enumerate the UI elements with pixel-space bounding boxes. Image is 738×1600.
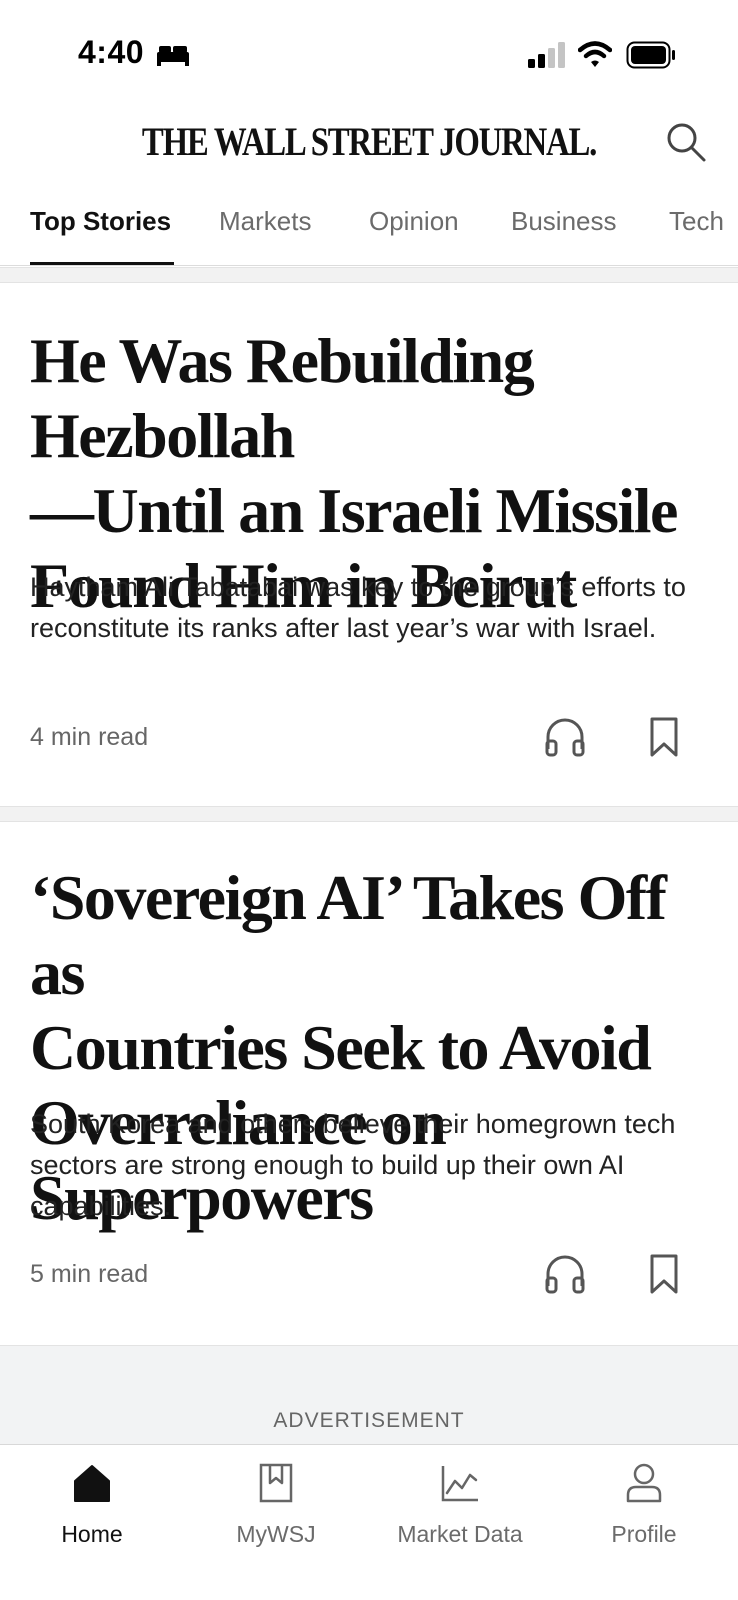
read-time: 5 min read xyxy=(30,1260,149,1288)
divider xyxy=(0,267,738,283)
search-icon[interactable] xyxy=(664,120,708,164)
article-card[interactable]: ‘Sovereign AI’ Takes Off as Countries Se… xyxy=(0,822,738,1345)
home-icon xyxy=(74,1465,110,1502)
bottom-nav: Home MyWSJ Market Data Profile xyxy=(0,1444,738,1600)
nav-label: MyWSJ xyxy=(236,1521,316,1547)
wifi-icon xyxy=(578,41,612,67)
read-time: 4 min read xyxy=(30,723,149,751)
tab-markets[interactable]: Markets xyxy=(219,206,311,237)
nav-home[interactable]: Home xyxy=(0,1445,184,1565)
status-time: 4:40 xyxy=(78,34,145,70)
nav-label: Home xyxy=(61,1521,123,1547)
battery-icon xyxy=(626,41,675,69)
headphones-icon[interactable] xyxy=(543,1252,587,1296)
tab-top-stories[interactable]: Top Stories xyxy=(30,206,171,237)
bookmark-icon[interactable] xyxy=(644,715,684,759)
advertisement-area: ADVERTISEMENT xyxy=(0,1345,738,1445)
cellular-signal-icon xyxy=(528,42,565,68)
nav-label: Market Data xyxy=(397,1521,523,1547)
headphones-icon[interactable] xyxy=(543,715,587,759)
status-bar: 4:40 xyxy=(0,0,738,100)
article-card[interactable]: He Was Rebuilding Hezbollah —Until an Is… xyxy=(0,283,738,806)
advertisement-label: ADVERTISEMENT xyxy=(273,1409,465,1432)
article-summary: Haytham Ali Tabatabai was key to the gro… xyxy=(30,572,686,643)
nav-profile[interactable]: Profile xyxy=(552,1445,736,1565)
tab-opinion[interactable]: Opinion xyxy=(369,206,459,237)
active-tab-indicator xyxy=(30,262,174,265)
bookmark-icon[interactable] xyxy=(644,1252,684,1296)
wsj-logo: THE WALL STREET JOURNAL. xyxy=(141,119,597,164)
bed-icon xyxy=(157,46,189,66)
nav-market-data[interactable]: Market Data xyxy=(368,1445,552,1565)
masthead: THE WALL STREET JOURNAL. xyxy=(0,100,738,188)
bookmark-icon xyxy=(259,1463,293,1503)
tab-tech[interactable]: Tech xyxy=(669,206,724,237)
nav-label: Profile xyxy=(611,1521,677,1547)
divider xyxy=(0,806,738,822)
section-tabs: Top Stories Markets Opinion Business Tec… xyxy=(0,188,738,266)
person-icon xyxy=(626,1463,662,1503)
tab-business[interactable]: Business xyxy=(511,206,617,237)
chart-icon xyxy=(441,1466,478,1502)
nav-mywsj[interactable]: MyWSJ xyxy=(184,1445,368,1565)
article-summary: South Korea and others believe their hom… xyxy=(30,1109,676,1221)
